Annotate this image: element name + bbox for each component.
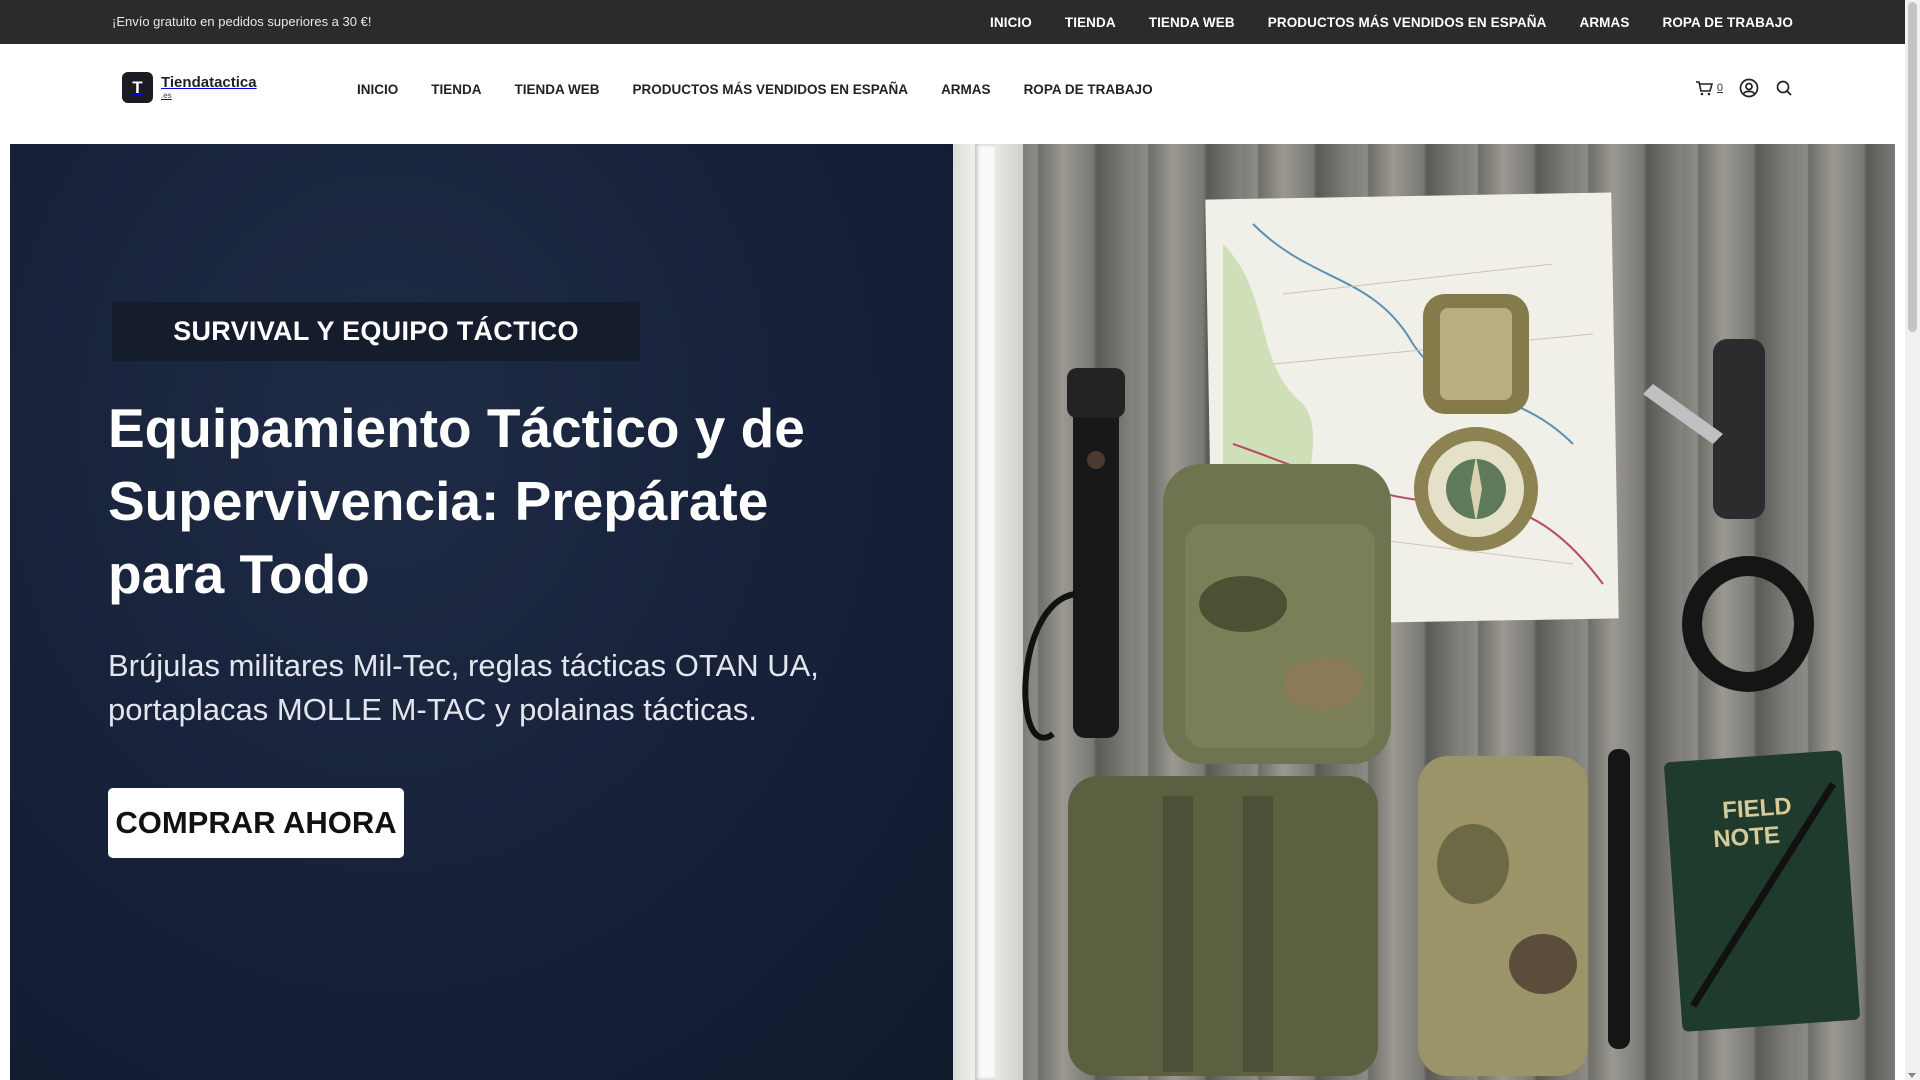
main-nav: INICIO TIENDA TIENDA WEB PRODUCTOS MÁS V…: [357, 44, 1153, 134]
top-nav-mas-vendidos[interactable]: PRODUCTOS MÁS VENDIDOS EN ESPAÑA: [1268, 15, 1547, 30]
main-nav-armas[interactable]: ARMAS: [941, 82, 991, 97]
logo-mark: T: [122, 72, 153, 103]
main-nav-inicio[interactable]: INICIO: [357, 82, 398, 97]
multitool-graphic: [1643, 339, 1765, 519]
page-scrollbar[interactable]: [1905, 0, 1920, 1080]
search-icon: [1776, 80, 1792, 96]
hero-subtitle: Brújulas militares Mil-Tec, reglas tácti…: [108, 648, 819, 727]
camo-roll-graphic: [1418, 756, 1588, 1076]
hero-image: FIELD NOTE: [953, 144, 1895, 1080]
shop-now-button[interactable]: COMPRAR AHORA: [108, 788, 404, 858]
top-bar: ¡Envío gratuito en pedidos superiores a …: [0, 0, 1905, 44]
shipping-promo: ¡Envío gratuito en pedidos superiores a …: [112, 14, 372, 29]
pouch-graphic: [1163, 464, 1391, 764]
pen-graphic: [1608, 749, 1630, 1049]
search-button[interactable]: [1775, 79, 1793, 97]
main-nav-tienda[interactable]: TIENDA: [431, 82, 481, 97]
notebook-graphic: FIELD NOTE: [1664, 750, 1860, 1032]
site-header: T Tiendatactica .es INICIO TIENDA TIENDA…: [0, 44, 1905, 144]
hero-title: Equipamiento Táctico y de Supervivencia:…: [108, 397, 805, 605]
logo-name: Tiendatactica: [161, 74, 257, 91]
admin-pouch-graphic: [1068, 776, 1378, 1076]
account-button[interactable]: [1739, 78, 1759, 98]
svg-text:NOTE: NOTE: [1712, 822, 1780, 854]
top-nav: INICIO TIENDA TIENDA WEB PRODUCTOS MÁS V…: [990, 0, 1793, 44]
flashlight-graphic: [1022, 368, 1125, 741]
svg-text:FIELD: FIELD: [1721, 793, 1792, 825]
user-icon: [1739, 78, 1759, 98]
scrollbar-thumb[interactable]: [1908, 2, 1917, 332]
header-actions: 0: [1695, 78, 1793, 98]
hero-eyebrow: SURVIVAL Y EQUIPO TÁCTICO: [112, 302, 640, 361]
top-nav-tienda[interactable]: TIENDA: [1065, 15, 1116, 30]
site-logo[interactable]: T Tiendatactica .es: [122, 72, 257, 103]
top-nav-tienda-web[interactable]: TIENDA WEB: [1149, 15, 1235, 30]
top-nav-ropa-trabajo[interactable]: ROPA DE TRABAJO: [1662, 15, 1793, 30]
cart-count: 0: [1716, 82, 1723, 94]
cart-button[interactable]: 0: [1695, 80, 1723, 96]
main-nav-tienda-web[interactable]: TIENDA WEB: [515, 82, 600, 97]
bracelet-graphic: [1682, 556, 1814, 692]
hero-section: SURVIVAL Y EQUIPO TÁCTICO Equipamiento T…: [10, 144, 1895, 1080]
top-nav-inicio[interactable]: INICIO: [990, 15, 1032, 30]
gear-illustration: FIELD NOTE: [1022, 192, 1860, 1076]
top-nav-armas[interactable]: ARMAS: [1579, 15, 1629, 30]
hero-content: SURVIVAL Y EQUIPO TÁCTICO Equipamiento T…: [10, 144, 953, 1080]
main-nav-mas-vendidos[interactable]: PRODUCTOS MÁS VENDIDOS EN ESPAÑA: [633, 82, 909, 97]
main-nav-ropa-trabajo[interactable]: ROPA DE TRABAJO: [1024, 82, 1153, 97]
scroll-down-arrow-icon[interactable]: [1908, 1073, 1916, 1078]
logo-tld: .es: [161, 91, 172, 100]
cart-icon: [1695, 81, 1713, 96]
